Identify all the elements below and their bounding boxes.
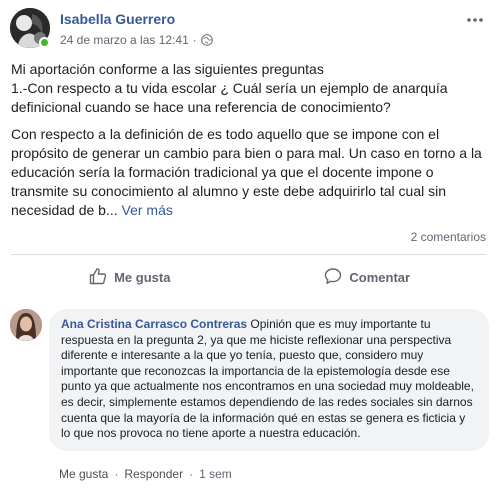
separator: · — [114, 467, 119, 481]
comment-bubble: Ana Cristina Carrasco Contreras Opinión … — [49, 309, 489, 451]
more-options-icon[interactable] — [465, 10, 485, 30]
post-actions-bar: Me gusta Comentar — [11, 259, 486, 295]
post-timestamp[interactable]: 24 de marzo a las 12:41 — [60, 33, 189, 47]
post-meta: 24 de marzo a las 12:41 · — [60, 33, 213, 47]
like-label: Me gusta — [114, 269, 171, 285]
separator: · — [189, 467, 194, 481]
post-author[interactable]: Isabella Guerrero — [60, 11, 175, 27]
comments-section: Ana Cristina Carrasco Contreras Opinión … — [0, 297, 497, 492]
divider — [11, 254, 486, 255]
post-paragraph-2-text: Con respecto a la definición de es todo … — [11, 126, 482, 218]
post-paragraph-1-line-2: 1.-Con respecto a tu vida escolar ¿ Cuál… — [11, 80, 448, 115]
online-status-indicator — [39, 37, 50, 48]
comment-label: Comentar — [349, 269, 411, 285]
comment-button[interactable]: Comentar — [249, 259, 487, 295]
post-body: Mi aportación conforme a las siguientes … — [11, 60, 489, 228]
comment-author[interactable]: Ana Cristina Carrasco Contreras — [61, 317, 247, 331]
globe-icon[interactable] — [200, 34, 213, 46]
thumbs-up-icon — [89, 267, 107, 288]
comments-count-link[interactable]: 2 comentarios — [411, 230, 486, 244]
comment-age[interactable]: 1 sem — [199, 467, 232, 481]
comment-text: Opinión que es muy importante tu respues… — [61, 317, 474, 441]
commenter-avatar[interactable] — [10, 309, 42, 341]
post-paragraph-2: Con respecto a la definición de es todo … — [11, 125, 489, 220]
post-paragraph-1: Mi aportación conforme a las siguientes … — [11, 60, 489, 117]
comment-bubble-icon — [324, 267, 342, 288]
comment-actions: Me gusta · Responder · 1 sem — [59, 467, 232, 481]
comment-like-link[interactable]: Me gusta — [59, 467, 108, 481]
comment-reply-link[interactable]: Responder — [124, 467, 183, 481]
like-button[interactable]: Me gusta — [11, 259, 249, 295]
see-more-link[interactable]: Ver más — [122, 202, 173, 218]
post-paragraph-1-line-1: Mi aportación conforme a las siguientes … — [11, 61, 324, 77]
